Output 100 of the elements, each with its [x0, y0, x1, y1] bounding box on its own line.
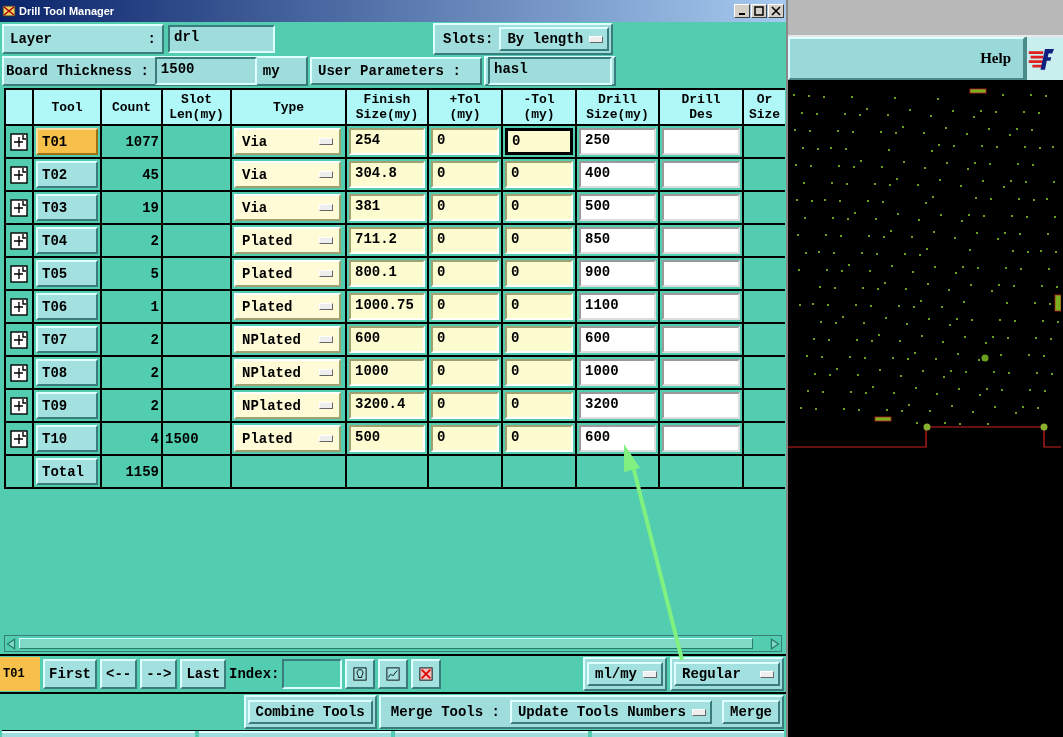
tool-button[interactable]: T03: [36, 194, 98, 221]
finish-size-field[interactable]: 711.2: [349, 227, 425, 254]
delete-button[interactable]: [411, 659, 442, 689]
layer-button[interactable]: Layer :: [2, 24, 164, 54]
finish-size-field[interactable]: 3200.4: [349, 392, 425, 419]
drill-size-field[interactable]: 600: [579, 425, 656, 452]
merge-mode-dropdown[interactable]: Update Tools Numbers: [509, 700, 712, 724]
finish-size-field[interactable]: 381: [349, 194, 425, 221]
minus-tolerance-field[interactable]: 0: [505, 194, 573, 221]
scroll-thumb[interactable]: [19, 638, 753, 649]
tool-button[interactable]: T08: [36, 359, 98, 386]
plus-tolerance-field[interactable]: 0: [431, 293, 499, 320]
navigation-button[interactable]: Last: [180, 659, 227, 689]
tool-button[interactable]: T07: [36, 326, 98, 353]
bulb-button[interactable]: [345, 659, 376, 689]
plus-tolerance-field[interactable]: 0: [431, 260, 499, 287]
expand-icon[interactable]: [10, 429, 28, 448]
drill-description-field[interactable]: [662, 260, 740, 287]
drill-description-field[interactable]: [662, 128, 740, 155]
drill-description-field[interactable]: [662, 227, 740, 254]
tool-button[interactable]: T02: [36, 161, 98, 188]
type-dropdown[interactable]: Plated: [234, 227, 341, 254]
minimize-button[interactable]: [734, 4, 750, 18]
wave-button[interactable]: [378, 659, 409, 689]
type-dropdown[interactable]: Plated: [234, 260, 341, 287]
drill-size-field[interactable]: 1000: [579, 359, 656, 386]
board-thickness-field[interactable]: 1500: [154, 57, 257, 85]
expand-icon[interactable]: [10, 396, 28, 415]
user-parameters-button[interactable]: User Parameters :: [310, 57, 482, 85]
type-dropdown[interactable]: Plated: [234, 293, 341, 320]
drill-size-field[interactable]: 500: [579, 194, 656, 221]
mode-dropdown[interactable]: Regular: [674, 662, 780, 686]
finish-size-field[interactable]: 1000: [349, 359, 425, 386]
scroll-left-icon[interactable]: [5, 637, 17, 650]
type-dropdown[interactable]: Via: [234, 161, 341, 188]
expand-icon[interactable]: [10, 297, 28, 316]
minus-tolerance-field[interactable]: 0: [505, 161, 573, 188]
tool-button[interactable]: T01: [36, 128, 98, 155]
merge-button[interactable]: Merge: [722, 700, 780, 724]
expand-icon[interactable]: [10, 363, 28, 382]
expand-icon[interactable]: [10, 264, 28, 283]
expand-icon[interactable]: [10, 132, 28, 151]
minus-tolerance-field[interactable]: 0: [505, 227, 573, 254]
total-button[interactable]: Total: [36, 458, 98, 485]
plus-tolerance-field[interactable]: 0: [431, 392, 499, 419]
drill-size-field[interactable]: 1100: [579, 293, 656, 320]
drill-description-field[interactable]: [662, 359, 740, 386]
user-parameters-field[interactable]: hasl: [488, 57, 612, 85]
plus-tolerance-field[interactable]: 0: [431, 359, 499, 386]
horizontal-scrollbar[interactable]: [4, 635, 782, 652]
layer-field[interactable]: drl: [168, 25, 275, 53]
minus-tolerance-field[interactable]: 0: [505, 359, 573, 386]
type-dropdown[interactable]: NPlated: [234, 326, 341, 353]
units-dropdown[interactable]: ml/my: [587, 662, 663, 686]
index-field[interactable]: [282, 659, 343, 689]
finish-size-field[interactable]: 1000.75: [349, 293, 425, 320]
navigation-button[interactable]: <--: [100, 659, 138, 689]
minus-tolerance-field[interactable]: 0: [505, 293, 573, 320]
finish-size-field[interactable]: 500: [349, 425, 425, 452]
type-dropdown[interactable]: Plated: [234, 425, 341, 452]
tool-button[interactable]: T04: [36, 227, 98, 254]
finish-size-field[interactable]: 800.1: [349, 260, 425, 287]
type-dropdown[interactable]: Via: [234, 194, 341, 221]
drill-size-field[interactable]: 3200: [579, 392, 656, 419]
slots-dropdown[interactable]: By length: [499, 27, 610, 51]
drill-description-field[interactable]: [662, 161, 740, 188]
minus-tolerance-field[interactable]: 0: [505, 260, 573, 287]
drill-size-field[interactable]: 900: [579, 260, 656, 287]
navigation-button[interactable]: First: [43, 659, 97, 689]
type-dropdown[interactable]: NPlated: [234, 392, 341, 419]
plus-tolerance-field[interactable]: 0: [431, 326, 499, 353]
drill-size-field[interactable]: 600: [579, 326, 656, 353]
tool-button[interactable]: T10: [36, 425, 98, 452]
expand-icon[interactable]: [10, 198, 28, 217]
minus-tolerance-field[interactable]: 0: [505, 425, 573, 452]
expand-icon[interactable]: [10, 231, 28, 250]
plus-tolerance-field[interactable]: 0: [431, 425, 499, 452]
drill-description-field[interactable]: [662, 425, 740, 452]
drill-description-field[interactable]: [662, 326, 740, 353]
help-button[interactable]: Help: [788, 37, 1025, 80]
scroll-right-icon[interactable]: [769, 637, 781, 650]
type-dropdown[interactable]: NPlated: [234, 359, 341, 386]
tool-button[interactable]: T05: [36, 260, 98, 287]
plus-tolerance-field[interactable]: 0: [431, 227, 499, 254]
maximize-button[interactable]: [751, 4, 767, 18]
drill-description-field[interactable]: [662, 293, 740, 320]
finish-size-field[interactable]: 254: [349, 128, 425, 155]
plus-tolerance-field[interactable]: 0: [431, 128, 499, 155]
minus-tolerance-field[interactable]: 0: [505, 392, 573, 419]
drill-description-field[interactable]: [662, 392, 740, 419]
drill-size-field[interactable]: 850: [579, 227, 656, 254]
minus-tolerance-field[interactable]: 0: [505, 326, 573, 353]
type-dropdown[interactable]: Via: [234, 128, 341, 155]
navigation-button[interactable]: -->: [140, 659, 178, 689]
drill-size-field[interactable]: 400: [579, 161, 656, 188]
expand-icon[interactable]: [10, 330, 28, 349]
plus-tolerance-field[interactable]: 0: [431, 161, 499, 188]
tool-button[interactable]: T06: [36, 293, 98, 320]
expand-icon[interactable]: [10, 165, 28, 184]
combine-tools-button[interactable]: Combine Tools: [247, 700, 373, 724]
